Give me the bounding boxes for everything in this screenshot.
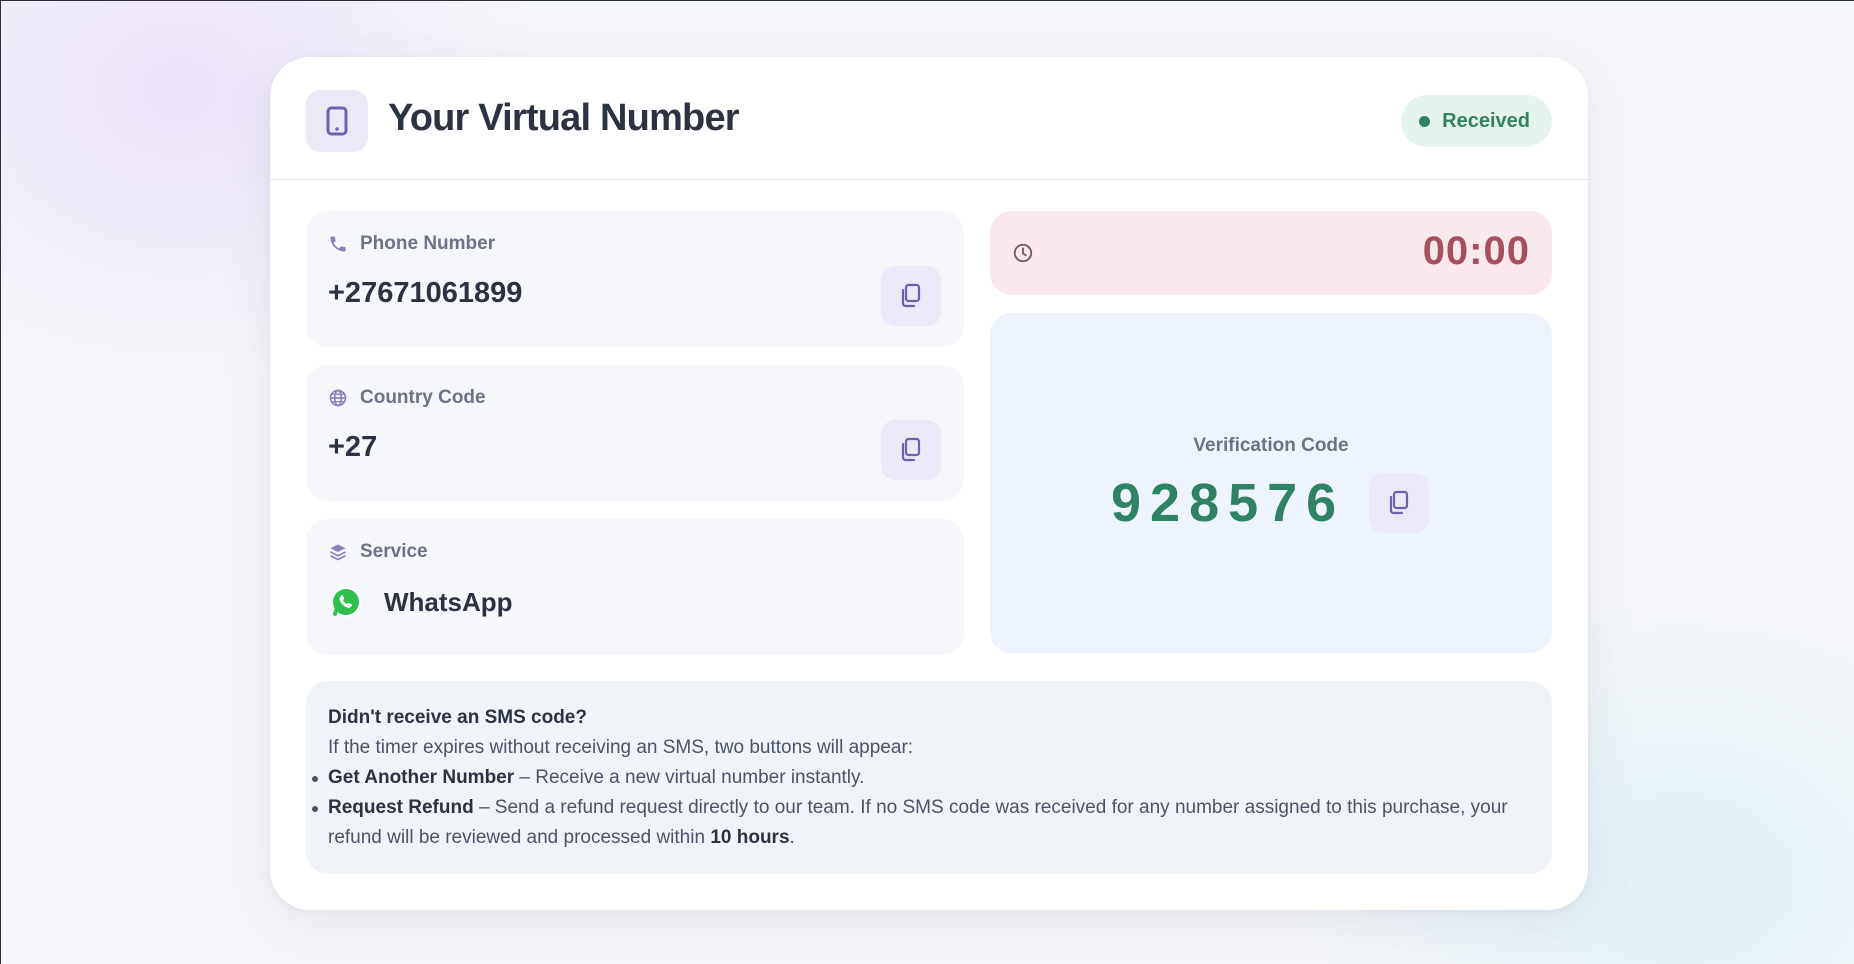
verification-code-panel: Verification Code 928576: [990, 313, 1552, 653]
help-item-2-end: .: [789, 827, 795, 848]
verification-code-value: 928576: [1111, 473, 1346, 533]
phone-icon: [330, 236, 346, 252]
status-dot-icon: [1419, 115, 1431, 127]
country-code-card: Country Code +27: [306, 365, 964, 501]
countdown-timer: 00:00: [990, 211, 1552, 295]
country-code-value: +27: [328, 431, 378, 463]
help-item-get-another-number: Get Another Number – Receive a new virtu…: [312, 763, 1530, 793]
help-list: Get Another Number – Receive a new virtu…: [312, 763, 1530, 853]
service-row: WhatsApp: [328, 584, 513, 620]
clock-icon: [1013, 243, 1033, 263]
help-item-2-text: – Send a refund request directly to our …: [328, 797, 1508, 848]
verification-code-label: Verification Code: [1193, 435, 1349, 456]
country-code-label: Country Code: [360, 387, 486, 408]
copy-phone-button[interactable]: [881, 266, 941, 326]
help-item-request-refund: Request Refund – Send a refund request d…: [312, 793, 1530, 853]
timer-value: 00:00: [1422, 229, 1530, 273]
help-item-1-title: Get Another Number: [328, 767, 515, 788]
help-item-2-hours: 10 hours: [710, 827, 790, 848]
globe-icon: [329, 389, 347, 407]
country-code-label-row: Country Code: [328, 387, 486, 409]
help-title: Didn't receive an SMS code?: [328, 707, 587, 728]
service-card: Service WhatsApp: [306, 519, 964, 655]
copy-icon: [1389, 490, 1409, 515]
copy-country-code-button[interactable]: [881, 420, 941, 480]
whatsapp-logo-icon: [331, 586, 362, 617]
service-label-row: Service: [328, 541, 428, 563]
phone-number-label: Phone Number: [360, 233, 496, 254]
sms-help-panel: Didn't receive an SMS code? If the timer…: [306, 681, 1552, 874]
smartphone-icon: [306, 90, 368, 152]
phone-number-value: +27671061899: [328, 277, 523, 309]
copy-icon: [901, 283, 921, 308]
service-label: Service: [360, 541, 428, 562]
help-item-1-text: – Receive a new virtual number instantly…: [514, 767, 865, 788]
service-value: WhatsApp: [384, 586, 513, 617]
copy-icon: [901, 437, 921, 462]
virtual-number-card: Your Virtual Number Received Phone Numbe…: [270, 57, 1588, 910]
status-label: Received: [1442, 109, 1530, 132]
layers-icon: [330, 544, 346, 561]
copy-verification-code-button[interactable]: [1369, 473, 1429, 533]
help-intro: If the timer expires without receiving a…: [328, 737, 914, 758]
status-badge: Received: [1401, 95, 1552, 147]
help-item-2-title: Request Refund: [328, 797, 474, 818]
page-title: Your Virtual Number: [388, 97, 740, 139]
phone-number-label-row: Phone Number: [328, 233, 495, 255]
phone-number-card: Phone Number +27671061899: [306, 211, 964, 347]
card-header: Your Virtual Number Received: [270, 57, 1588, 180]
